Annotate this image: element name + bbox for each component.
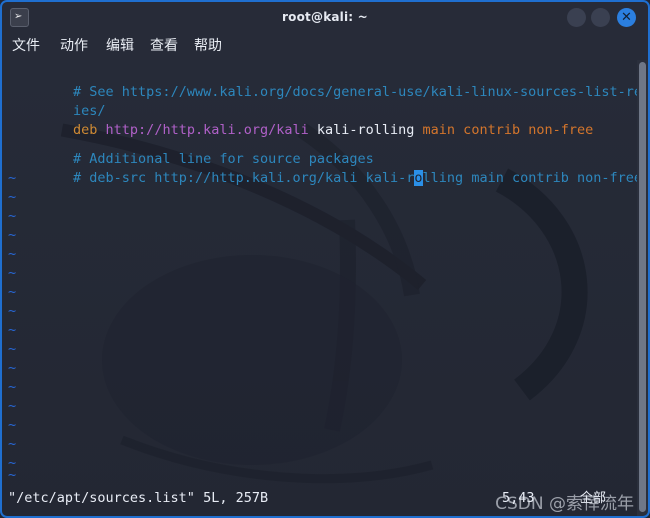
status-scroll-indicator: 全部 — [580, 491, 607, 506]
menu-item-edit[interactable]: 编辑 — [106, 36, 134, 57]
scrollbar-thumb[interactable] — [639, 62, 646, 512]
menu-item-help[interactable]: 帮助 — [194, 36, 222, 57]
tilde-marker: ~ — [8, 303, 17, 319]
tilde-marker: ~ — [8, 265, 17, 281]
tilde-marker: ~ — [8, 379, 17, 395]
tilde-marker: ~ — [8, 322, 17, 338]
terminal-body[interactable]: # See https://www.kali.org/docs/general-… — [2, 60, 648, 516]
line-segment: # See https://www.kali.org/docs/general-… — [73, 84, 648, 100]
terminal-window: ➢ root@kali: ~ ✕ 文件 动作 编辑 查看 帮助 # See ht… — [0, 0, 650, 518]
tilde-marker: ~ — [8, 208, 17, 224]
tilde-marker: ~ — [8, 170, 17, 186]
minimize-button[interactable] — [567, 8, 586, 27]
title-bar[interactable]: ➢ root@kali: ~ ✕ — [2, 2, 648, 33]
line-segment-components: main contrib non-free — [422, 122, 594, 138]
close-button[interactable]: ✕ — [617, 8, 636, 27]
buffer-line-with-cursor: # deb-src http://http.kali.org/kali kali… — [8, 150, 642, 186]
window-title: root@kali: ~ — [282, 10, 368, 24]
maximize-button[interactable] — [591, 8, 610, 27]
tilde-marker: ~ — [8, 341, 17, 357]
tilde-marker: ~ — [8, 467, 17, 483]
line-segment: lling main contrib non-free — [422, 170, 642, 186]
tilde-marker: ~ — [8, 417, 17, 433]
tilde-marker: ~ — [8, 227, 17, 243]
vertical-scrollbar[interactable] — [637, 60, 648, 516]
tilde-marker: ~ — [8, 246, 17, 262]
buffer-line: # Additional line for source packages — [8, 131, 374, 167]
menu-bar: 文件 动作 编辑 查看 帮助 — [2, 33, 648, 60]
status-cursor-position: 5,43 — [502, 490, 535, 506]
menu-item-file[interactable]: 文件 — [12, 36, 40, 57]
tilde-marker: ~ — [8, 189, 17, 205]
status-filename: "/etc/apt/sources.list" 5L, 257B — [8, 490, 269, 506]
tilde-marker: ~ — [8, 398, 17, 414]
text-cursor: o — [414, 170, 423, 186]
menu-item-view[interactable]: 查看 — [150, 36, 178, 57]
buffer-line: # See https://www.kali.org/docs/general-… — [8, 64, 648, 100]
vim-status-line: "/etc/apt/sources.list" 5L, 257B 5,43 全部 — [2, 489, 648, 508]
buffer-line: deb http://http.kali.org/kali kali-rolli… — [8, 102, 593, 138]
line-segment: # deb-src http://http.kali.org/kali kali… — [73, 170, 415, 186]
vim-buffer[interactable]: # See https://www.kali.org/docs/general-… — [2, 60, 648, 516]
buffer-line: ies/ — [8, 83, 106, 119]
tilde-marker: ~ — [8, 284, 17, 300]
tilde-marker: ~ — [8, 436, 17, 452]
tilde-marker: ~ — [8, 360, 17, 376]
menu-item-actions[interactable]: 动作 — [60, 36, 88, 57]
close-icon: ✕ — [621, 10, 632, 25]
